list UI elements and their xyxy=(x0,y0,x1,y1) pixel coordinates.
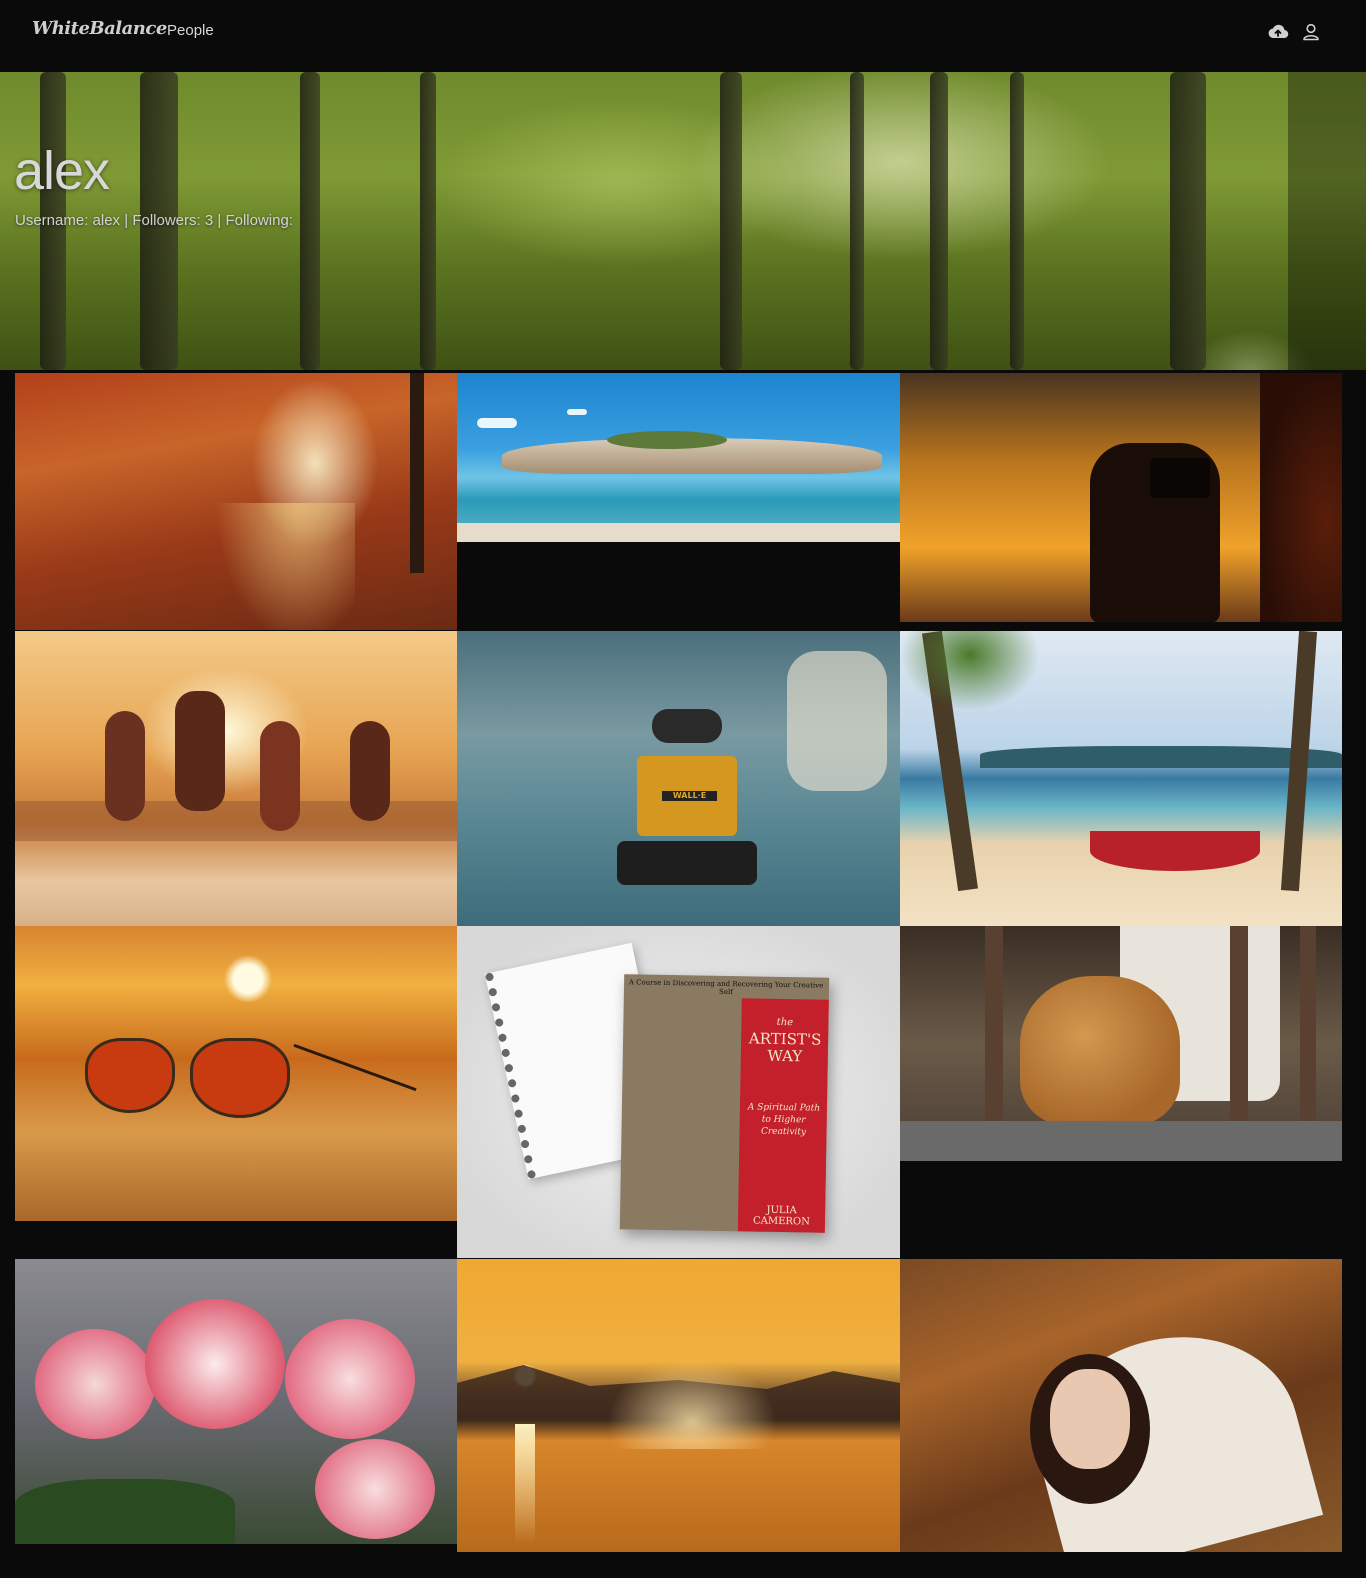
photo-water-splash-sunset[interactable] xyxy=(457,1259,900,1552)
photo-rocky-island[interactable] xyxy=(457,373,900,542)
book-title: ARTIST'S WAY xyxy=(748,1029,822,1066)
photo-ginger-cat[interactable] xyxy=(900,926,1342,1161)
walle-label: WALL·E xyxy=(662,791,717,801)
profile-stats: Username: alex | Followers: 3 | Followin… xyxy=(15,212,293,229)
photo-beach-jump[interactable] xyxy=(15,631,457,926)
photo-wall-e[interactable]: WALL·E xyxy=(457,631,900,926)
photo-roses[interactable] xyxy=(15,1259,457,1544)
following-label[interactable]: Following: xyxy=(225,212,293,229)
separator: | xyxy=(217,212,222,229)
username-label: Username: xyxy=(15,212,89,229)
separator: | xyxy=(124,212,129,229)
nav-link-people[interactable]: People xyxy=(167,22,214,39)
user-icon[interactable] xyxy=(1299,20,1323,44)
photo-artists-way-book[interactable]: A Course in Discovering and Recovering Y… xyxy=(457,926,900,1258)
top-nav: WhiteBalance People xyxy=(0,0,1366,72)
profile-name: alex xyxy=(14,141,110,201)
username-value: alex xyxy=(92,212,121,229)
book-author: JULIA CAMERON xyxy=(752,1204,810,1228)
photo-autumn-forest-path[interactable] xyxy=(15,373,457,630)
photo-woman-in-leaves[interactable] xyxy=(900,1259,1342,1552)
book-title-the: the xyxy=(776,1016,794,1029)
followers-label[interactable]: Followers: xyxy=(132,212,200,229)
book-subtitle: A Spiritual Path to Higher Creativity xyxy=(747,1102,821,1138)
book-tagline: A Course in Discovering and Recovering Y… xyxy=(628,978,824,997)
followers-count[interactable]: 3 xyxy=(205,212,213,229)
cloud-upload-icon[interactable] xyxy=(1266,20,1290,44)
photo-sunglasses-sunset[interactable] xyxy=(15,926,457,1221)
photo-palm-hammock[interactable] xyxy=(900,631,1342,926)
brand-logo[interactable]: WhiteBalance xyxy=(32,18,167,39)
profile-header: alex Username: alex | Followers: 3 | Fol… xyxy=(0,72,1366,370)
photo-phone-sunset[interactable] xyxy=(900,373,1342,622)
